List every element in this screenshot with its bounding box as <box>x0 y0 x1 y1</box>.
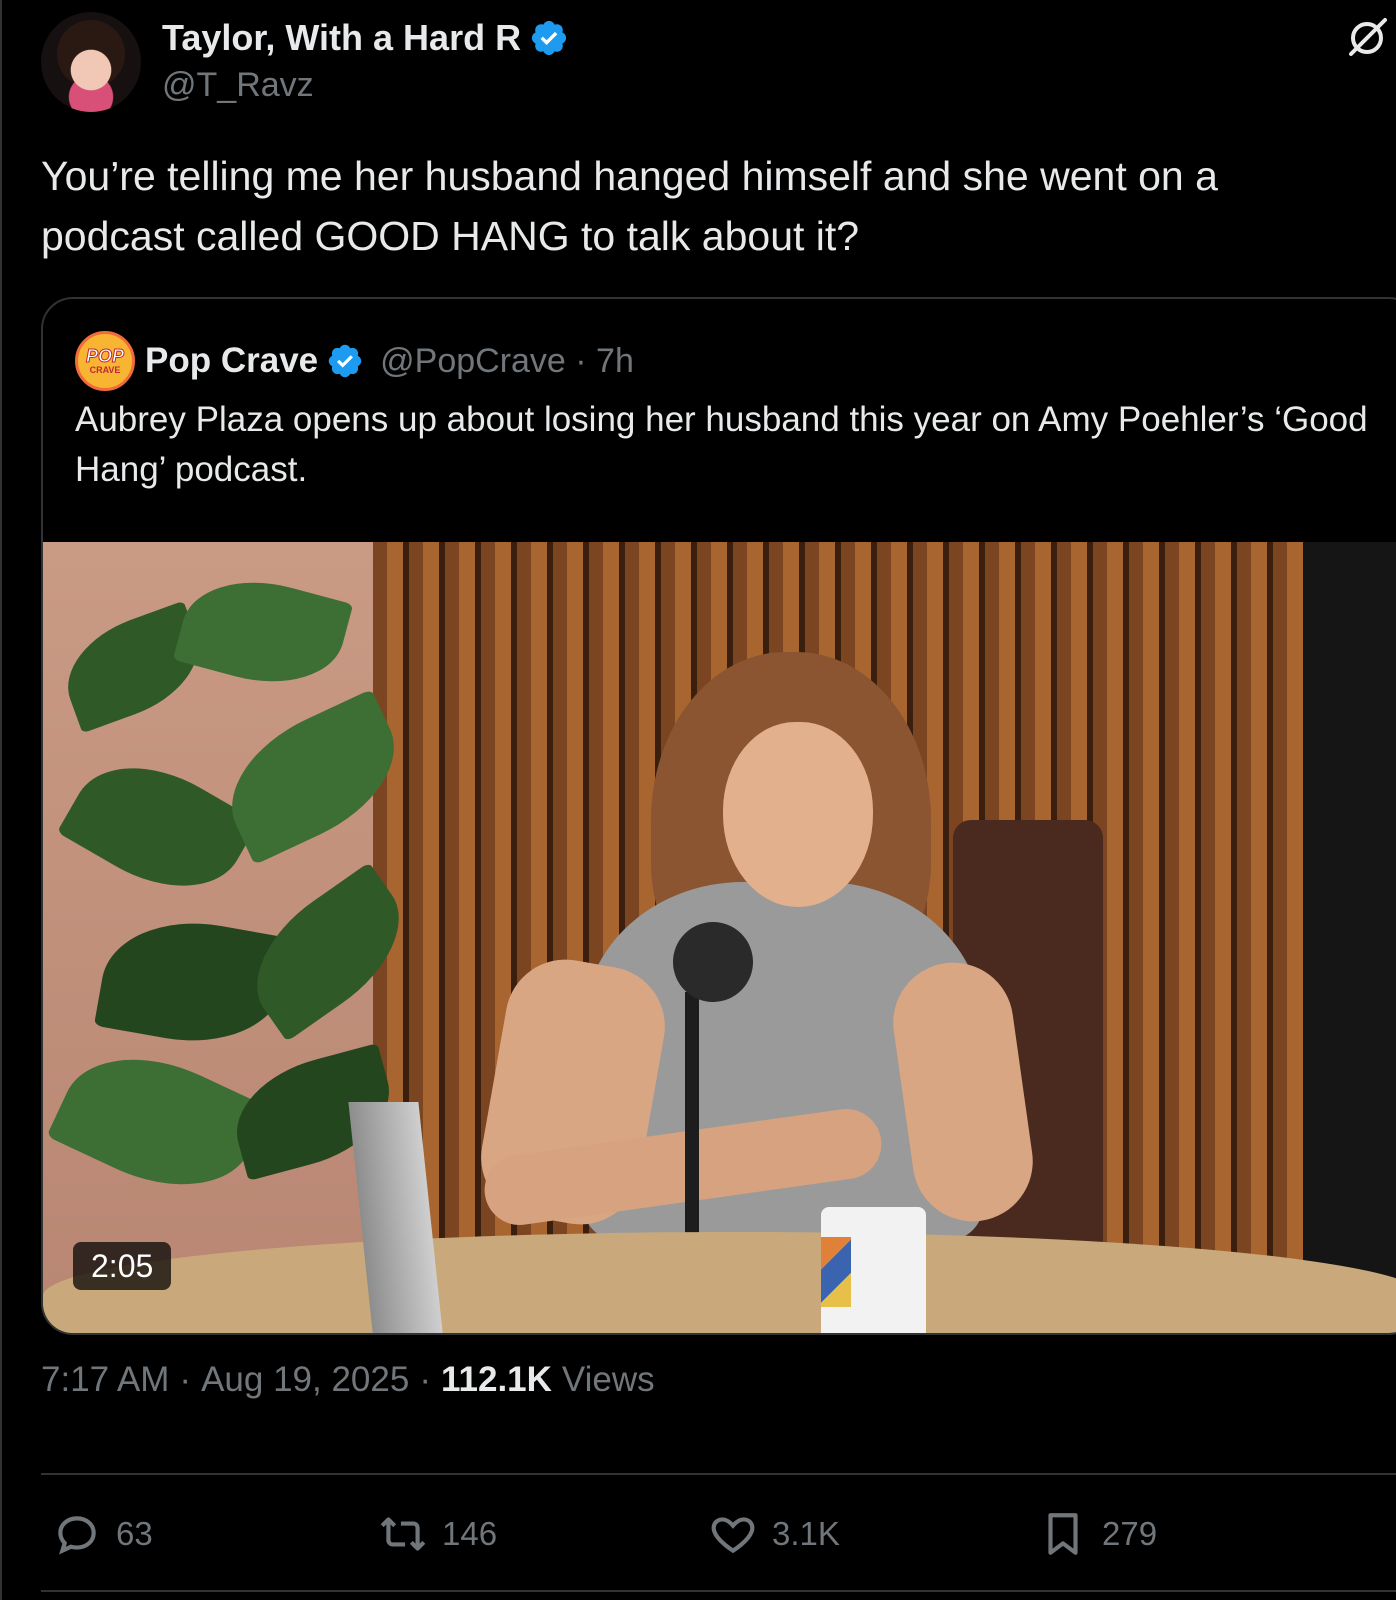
reply-button[interactable]: 63 <box>52 1505 153 1563</box>
repost-count: 146 <box>442 1515 498 1552</box>
grok-icon[interactable] <box>1345 16 1389 60</box>
bookmark-button[interactable]: 279 <box>1038 1505 1157 1563</box>
like-button[interactable]: 3.1K <box>708 1505 840 1563</box>
quoted-tweet-card[interactable]: POP CRAVE Pop Crave @PopCrave · 7h Aubre… <box>41 297 1396 1335</box>
author-handle[interactable]: @T_Ravz <box>162 66 314 105</box>
author-name-row: Taylor, With a Hard R <box>162 14 569 62</box>
like-icon <box>711 1517 755 1554</box>
repost-button[interactable]: 146 <box>378 1505 497 1563</box>
mug <box>821 1207 926 1333</box>
bookmark-icon <box>1048 1513 1078 1555</box>
quote-avatar[interactable]: POP CRAVE <box>75 331 135 391</box>
tweet-time[interactable]: 7:17 AM <box>41 1360 169 1400</box>
meta-separator: · <box>179 1360 192 1399</box>
meta-separator: · <box>419 1360 431 1399</box>
quote-avatar-logo-bottom: CRAVE <box>89 365 121 375</box>
person-face <box>723 722 873 907</box>
divider <box>41 1473 1396 1475</box>
video-duration: 2:05 <box>73 1242 172 1290</box>
quote-handle-time[interactable]: @PopCrave · 7h <box>380 342 634 381</box>
tweet-text: You’re telling me her husband hanged him… <box>41 153 1218 259</box>
author-display-name[interactable]: Taylor, With a Hard R <box>162 17 521 59</box>
reply-icon <box>58 1516 96 1555</box>
views-label[interactable]: Views <box>562 1360 655 1400</box>
verified-badge-icon[interactable] <box>326 342 364 380</box>
video-dark-area <box>1303 542 1396 1333</box>
repost-icon <box>380 1517 426 1551</box>
quote-avatar-logo-top: POP <box>85 346 124 366</box>
quote-text: Aubrey Plaza opens up about losing her h… <box>75 400 1368 489</box>
like-count: 3.1K <box>772 1515 840 1552</box>
quote-display-name[interactable]: Pop Crave <box>145 341 318 381</box>
tweet-date[interactable]: Aug 19, 2025 <box>201 1360 409 1400</box>
views-count[interactable]: 112.1K <box>441 1360 552 1400</box>
divider <box>41 1590 1396 1592</box>
verified-badge-icon[interactable] <box>529 18 569 58</box>
tweet-meta: 7:17 AM · Aug 19, 2025 · 112.1K Views <box>41 1355 655 1405</box>
author-avatar[interactable] <box>41 12 141 112</box>
quote-header: Pop Crave @PopCrave · 7h <box>145 331 634 391</box>
timeline-left-border <box>0 0 2 1600</box>
bookmark-count: 279 <box>1102 1515 1158 1552</box>
video-player[interactable]: 2:05 <box>43 542 1396 1333</box>
reply-count: 63 <box>116 1515 153 1552</box>
